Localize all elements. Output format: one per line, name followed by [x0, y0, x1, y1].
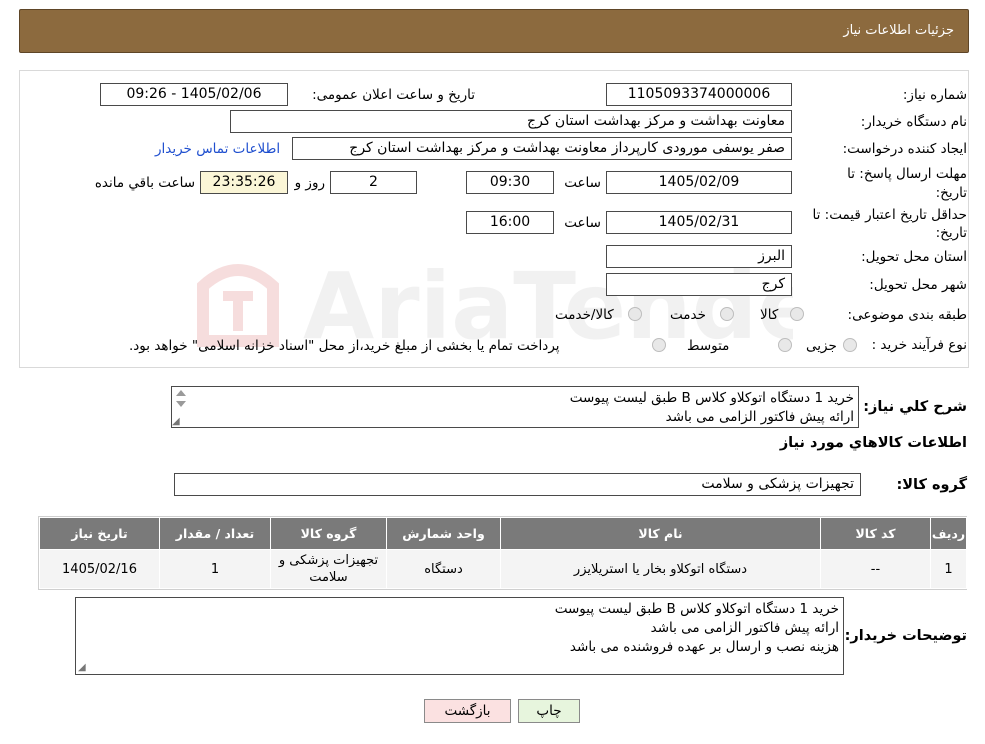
col-index: رديف: [930, 517, 967, 550]
scroll-down-icon[interactable]: [176, 401, 186, 407]
col-group: گروه کالا: [270, 517, 387, 550]
goods-group-field: تجهیزات پزشکی و سلامت: [174, 473, 861, 496]
validity-label: حداقل تاریخ اعتبار قیمت: تا: [812, 207, 967, 223]
purchase-note: پرداخت تمام یا بخشی از مبلغ خرید،از محل …: [129, 338, 560, 354]
buyer-notes-textarea[interactable]: خرید 1 دستگاه اتوکلاو کلاس B طبق لیست پی…: [75, 597, 844, 675]
buyer-notes-line-3: هزینه نصب و ارسال بر عهده فروشنده می باش…: [569, 639, 839, 655]
cell-name: دستگاه اتوکلاو بخار یا استریلایزر: [500, 549, 821, 589]
buyer-notes-line-1: خرید 1 دستگاه اتوکلاو کلاس B طبق لیست پی…: [554, 601, 839, 617]
summary-textarea[interactable]: خرید 1 دستگاه اتوکلاو کلاس B طبق لیست پی…: [171, 386, 859, 428]
buyer-org-label: نام دستگاه خریدار:: [860, 114, 967, 130]
deadline-label: مهلت ارسال پاسخ: تا: [847, 166, 967, 182]
announce-field: 1405/02/06 - 09:26: [100, 83, 288, 106]
validity-time-field: 16:00: [466, 211, 554, 234]
summary-line-2: ارائه پیش فاکتور الزامی می باشد: [665, 409, 854, 425]
col-unit: واحد شمارش: [386, 517, 501, 550]
cell-index: 1: [930, 549, 967, 589]
goods-group-label: گروه کالا:: [896, 477, 967, 493]
remaining-time-field: 23:35:26: [200, 171, 288, 194]
deadline-time-field: 09:30: [466, 171, 554, 194]
need-number-field: 1105093374000006: [606, 83, 792, 106]
category-radio-goods-service[interactable]: [628, 307, 642, 321]
purchase-option-medium: متوسط: [687, 338, 730, 354]
purchase-option-minor: جزیی: [806, 338, 837, 354]
deadline-time-label: ساعت: [564, 175, 601, 191]
validity-time-label: ساعت: [564, 215, 601, 231]
page-title: جزئیات اطلاعات نیاز: [843, 23, 954, 38]
table-header-row: رديف کد کالا نام کالا واحد شمارش گروه کا…: [39, 517, 967, 550]
summary-label: شرح کلي نياز:: [863, 399, 967, 415]
cell-group: تجهیزات پزشکی و سلامت: [270, 549, 387, 589]
requester-field: صفر یوسفی مورودی کارپرداز معاونت بهداشت …: [292, 137, 792, 160]
buyer-org-field: معاونت بهداشت و مرکز بهداشت استان کرج: [230, 110, 792, 133]
goods-section-title: اطلاعات کالاهاي مورد نياز: [779, 435, 967, 451]
buyer-contact-link[interactable]: اطلاعات تماس خریدار: [155, 141, 280, 157]
goods-table: رديف کد کالا نام کالا واحد شمارش گروه کا…: [38, 516, 967, 590]
validity-label-2: تاریخ:: [935, 225, 967, 241]
cell-code: --: [820, 549, 931, 589]
remaining-time-label: ساعت باقي مانده: [94, 175, 195, 191]
summary-line-1: خرید 1 دستگاه اتوکلاو کلاس B طبق لیست پی…: [569, 390, 854, 406]
table-row: 1 -- دستگاه اتوکلاو بخار یا استریلایزر د…: [39, 549, 967, 589]
need-number-label: شماره نیاز:: [902, 87, 967, 103]
cell-date: 1405/02/16: [39, 549, 160, 589]
purchase-radio-minor[interactable]: [843, 338, 857, 352]
purchase-radio-medium[interactable]: [778, 338, 792, 352]
col-name: نام کالا: [500, 517, 821, 550]
city-label: شهر محل تحویل:: [869, 277, 967, 293]
col-qty: تعداد / مقدار: [159, 517, 271, 550]
validity-date-field: 1405/02/31: [606, 211, 792, 234]
purchase-radio-treasury[interactable]: [652, 338, 666, 352]
city-field: کرج: [606, 273, 792, 296]
print-button[interactable]: چاپ: [518, 699, 580, 723]
announce-label: تاریخ و ساعت اعلان عمومی:: [312, 87, 475, 103]
purchase-type-label: نوع فرآیند خرید :: [871, 337, 967, 353]
buyer-notes-label: توضیحات خریدار:: [844, 628, 967, 644]
resize-grip-icon[interactable]: ◢: [78, 662, 86, 673]
category-radio-goods[interactable]: [790, 307, 804, 321]
cell-unit: دستگاه: [386, 549, 501, 589]
days-label: روز و: [294, 175, 325, 191]
category-label: طبقه بندی موضوعی:: [847, 307, 967, 323]
province-label: استان محل تحویل:: [861, 249, 967, 265]
remaining-days-field: 2: [330, 171, 417, 194]
requester-label: ایجاد کننده درخواست:: [842, 141, 967, 157]
cell-qty: 1: [159, 549, 271, 589]
buyer-notes-line-2: ارائه پیش فاکتور الزامی می باشد: [650, 620, 839, 636]
resize-grip-icon[interactable]: ◢: [172, 416, 180, 427]
scroll-up-icon[interactable]: [176, 390, 186, 396]
deadline-date-field: 1405/02/09: [606, 171, 792, 194]
category-option-service: خدمت: [670, 307, 706, 323]
col-code: کد کالا: [820, 517, 931, 550]
deadline-label-2: تاریخ:: [935, 185, 967, 201]
col-date: تاریخ نیاز: [39, 517, 160, 550]
category-radio-service[interactable]: [720, 307, 734, 321]
back-button[interactable]: بازگشت: [424, 699, 511, 723]
province-field: البرز: [606, 245, 792, 268]
page-header: جزئیات اطلاعات نیاز: [19, 9, 969, 53]
category-option-goods-service: کالا/خدمت: [555, 307, 614, 323]
category-option-goods: کالا: [760, 307, 779, 323]
